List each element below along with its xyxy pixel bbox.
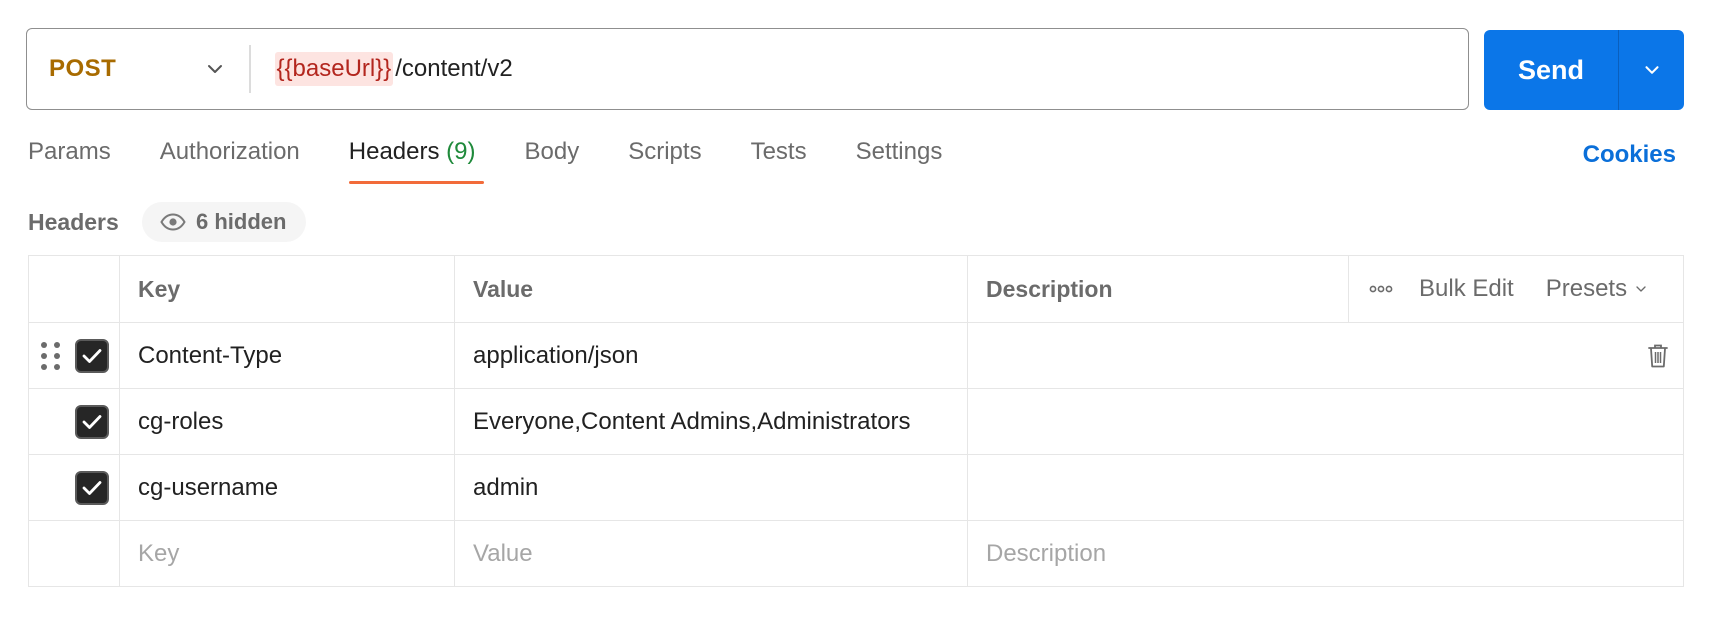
new-description-input[interactable]: Description [967, 521, 1683, 586]
tab-settings[interactable]: Settings [856, 138, 943, 184]
row-checkbox[interactable] [75, 404, 109, 439]
tab-body[interactable]: Body [525, 138, 580, 184]
value-cell[interactable]: Everyone,Content Admins,Administrators [454, 389, 967, 454]
description-cell[interactable] [967, 455, 1683, 520]
description-cell[interactable] [967, 323, 1683, 388]
value-cell[interactable]: application/json [454, 323, 967, 388]
table-header-row: Key Value Description Bulk Edit Presets [29, 256, 1683, 322]
delete-row-button[interactable] [1647, 343, 1669, 369]
new-value-input[interactable]: Value [454, 521, 967, 586]
send-button[interactable]: Send [1484, 30, 1618, 110]
checkbox-checked-icon [82, 480, 102, 495]
table-row: Content-Type application/json [29, 322, 1683, 388]
url-variable[interactable]: {{baseUrl}} [274, 52, 394, 86]
headers-section-title: Headers [28, 209, 119, 235]
method-label: POST [49, 55, 117, 82]
more-options-button[interactable] [1369, 284, 1405, 294]
checkbox-checked-icon [82, 414, 102, 429]
row-checkbox[interactable] [75, 470, 109, 505]
tab-headers[interactable]: Headers (9) [348, 138, 484, 184]
send-button-group: Send [1484, 30, 1684, 110]
request-tabs: Params Authorization Headers (9) Body Sc… [28, 138, 991, 190]
chevron-down-icon [1644, 66, 1659, 74]
tab-tests[interactable]: Tests [751, 138, 807, 184]
table-row: cg-roles Everyone,Content Admins,Adminis… [29, 388, 1683, 454]
tab-params[interactable]: Params [28, 138, 111, 184]
column-description: Description [967, 256, 1348, 322]
value-cell[interactable]: admin [454, 455, 967, 520]
header-spacer [29, 256, 119, 322]
eye-icon [160, 213, 186, 231]
method-select[interactable]: POST [27, 29, 249, 109]
headers-count: (9) [446, 138, 476, 165]
key-cell[interactable]: cg-roles [119, 389, 454, 454]
tab-scripts[interactable]: Scripts [628, 138, 701, 184]
column-value: Value [454, 256, 967, 322]
chevron-down-icon [208, 65, 222, 73]
chevron-down-icon [1636, 286, 1646, 292]
hidden-headers-toggle[interactable]: 6 hidden [142, 202, 307, 242]
send-options-button[interactable] [1618, 30, 1684, 110]
cookies-link[interactable]: Cookies [1583, 141, 1676, 169]
table-row: cg-username admin [29, 454, 1683, 520]
request-editor: POST {{baseUrl}} /content/v2 Send Params… [0, 0, 1716, 624]
url-input[interactable]: {{baseUrl}} /content/v2 [251, 29, 1469, 109]
headers-table: Key Value Description Bulk Edit Presets [28, 255, 1684, 587]
tab-authorization[interactable]: Authorization [160, 138, 300, 184]
more-horizontal-icon [1369, 285, 1393, 293]
description-cell[interactable] [967, 389, 1683, 454]
trash-icon [1648, 344, 1668, 367]
table-tools: Bulk Edit Presets [1348, 256, 1683, 322]
presets-dropdown[interactable]: Presets [1546, 275, 1649, 303]
url-path: /content/v2 [395, 55, 513, 82]
row-checkbox[interactable] [75, 338, 109, 373]
new-header-row: Key Value Description [29, 520, 1683, 586]
key-cell[interactable]: Content-Type [119, 323, 454, 388]
request-bar: POST {{baseUrl}} /content/v2 [26, 28, 1469, 110]
column-key: Key [119, 256, 454, 322]
new-key-input[interactable]: Key [119, 521, 454, 586]
drag-handle-icon[interactable] [41, 341, 61, 370]
hidden-count-label: 6 hidden [196, 209, 287, 234]
key-cell[interactable]: cg-username [119, 455, 454, 520]
bulk-edit-button[interactable]: Bulk Edit [1419, 275, 1514, 303]
checkbox-checked-icon [82, 348, 102, 363]
